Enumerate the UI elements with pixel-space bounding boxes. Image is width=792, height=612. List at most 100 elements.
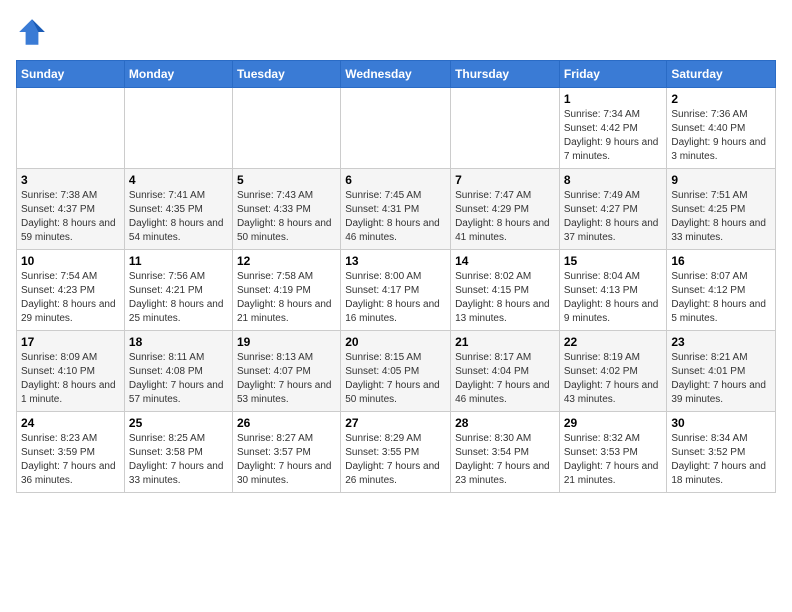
header-sunday: Sunday [17,61,125,88]
logo-icon [16,16,48,48]
calendar-cell: 19 Sunrise: 8:13 AMSunset: 4:07 PMDayligh… [232,331,340,412]
calendar-cell: 22Sunrise: 8:19 AMSunset: 4:02 PMDayligh… [559,331,667,412]
calendar-cell: 9 Sunrise: 7:51 AMSunset: 4:25 PMDaylight… [667,169,776,250]
day-info: Sunrise: 7:38 AMSunset: 4:37 PMDaylight:… [21,189,120,245]
day-info: Sunrise: 8:29 AMSunset: 3:55 PMDaylight:… [345,432,446,488]
day-number: 10 [21,254,120,268]
day-info: Sunrise: 8:09 AMSunset: 4:10 PMDaylight:… [21,351,120,407]
header-wednesday: Wednesday [341,61,451,88]
calendar-cell: 8 Sunrise: 7:49 AMSunset: 4:27 PMDaylight… [559,169,667,250]
calendar-cell: 21 Sunrise: 8:17 AMSunset: 4:04 PMDayligh… [451,331,560,412]
day-info: Sunrise: 8:30 AMSunset: 3:54 PMDaylight:… [455,432,555,488]
day-info: Sunrise: 8:11 AMSunset: 4:08 PMDaylight:… [129,351,228,407]
calendar-cell [17,88,125,169]
day-number: 17 [21,335,120,349]
calendar-cell: 3 Sunrise: 7:38 AMSunset: 4:37 PMDaylight… [17,169,125,250]
day-number: 4 [129,173,228,187]
day-number: 5 [237,173,336,187]
day-number: 28 [455,416,555,430]
day-info: Sunrise: 8:25 AMSunset: 3:58 PMDaylight:… [129,432,228,488]
calendar-cell: 23 Sunrise: 8:21 AMSunset: 4:01 PMDayligh… [667,331,776,412]
day-info: Sunrise: 8:23 AMSunset: 3:59 PMDaylight:… [21,432,120,488]
calendar-cell: 2 Sunrise: 7:36 AMSunset: 4:40 PMDaylight… [667,88,776,169]
calendar-cell: 6 Sunrise: 7:45 AMSunset: 4:31 PMDaylight… [341,169,451,250]
day-info: Sunrise: 8:32 AMSunset: 3:53 PMDaylight:… [564,432,663,488]
day-info: Sunrise: 7:51 AMSunset: 4:25 PMDaylight:… [671,189,771,245]
calendar-week-row: 17 Sunrise: 8:09 AMSunset: 4:10 PMDayligh… [17,331,776,412]
calendar-cell: 20 Sunrise: 8:15 AMSunset: 4:05 PMDayligh… [341,331,451,412]
calendar-cell: 26 Sunrise: 8:27 AMSunset: 3:57 PMDayligh… [232,412,340,493]
calendar-cell: 18 Sunrise: 8:11 AMSunset: 4:08 PMDayligh… [124,331,232,412]
calendar: SundayMondayTuesdayWednesdayThursdayFrid… [16,60,776,493]
day-info: Sunrise: 7:34 AMSunset: 4:42 PMDaylight:… [564,108,663,164]
day-number: 2 [671,92,771,106]
day-number: 29 [564,416,663,430]
day-info: Sunrise: 8:15 AMSunset: 4:05 PMDaylight:… [345,351,446,407]
calendar-cell [124,88,232,169]
calendar-cell: 13Sunrise: 8:00 AMSunset: 4:17 PMDayligh… [341,250,451,331]
calendar-cell: 30 Sunrise: 8:34 AMSunset: 3:52 PMDayligh… [667,412,776,493]
logo [16,16,52,48]
calendar-cell: 4 Sunrise: 7:41 AMSunset: 4:35 PMDaylight… [124,169,232,250]
day-info: Sunrise: 7:36 AMSunset: 4:40 PMDaylight:… [671,108,771,164]
day-number: 7 [455,173,555,187]
day-number: 8 [564,173,663,187]
day-number: 1 [564,92,663,106]
header-monday: Monday [124,61,232,88]
calendar-week-row: 10Sunrise: 7:54 AMSunset: 4:23 PMDayligh… [17,250,776,331]
day-number: 15 [564,254,663,268]
day-number: 18 [129,335,228,349]
calendar-cell: 25Sunrise: 8:25 AMSunset: 3:58 PMDayligh… [124,412,232,493]
day-number: 16 [671,254,771,268]
day-number: 27 [345,416,446,430]
calendar-cell: 16 Sunrise: 8:07 AMSunset: 4:12 PMDayligh… [667,250,776,331]
day-info: Sunrise: 7:56 AMSunset: 4:21 PMDaylight:… [129,270,228,326]
day-info: Sunrise: 7:45 AMSunset: 4:31 PMDaylight:… [345,189,446,245]
calendar-cell [232,88,340,169]
calendar-cell [451,88,560,169]
day-number: 22 [564,335,663,349]
day-number: 21 [455,335,555,349]
day-info: Sunrise: 7:49 AMSunset: 4:27 PMDaylight:… [564,189,663,245]
day-info: Sunrise: 8:13 AMSunset: 4:07 PMDaylight:… [237,351,336,407]
day-info: Sunrise: 7:43 AMSunset: 4:33 PMDaylight:… [237,189,336,245]
day-info: Sunrise: 7:41 AMSunset: 4:35 PMDaylight:… [129,189,228,245]
header-thursday: Thursday [451,61,560,88]
calendar-week-row: 1 Sunrise: 7:34 AMSunset: 4:42 PMDaylight… [17,88,776,169]
calendar-cell: 17 Sunrise: 8:09 AMSunset: 4:10 PMDayligh… [17,331,125,412]
day-number: 23 [671,335,771,349]
day-info: Sunrise: 8:04 AMSunset: 4:13 PMDaylight:… [564,270,663,326]
calendar-cell: 5 Sunrise: 7:43 AMSunset: 4:33 PMDaylight… [232,169,340,250]
day-info: Sunrise: 7:47 AMSunset: 4:29 PMDaylight:… [455,189,555,245]
day-number: 24 [21,416,120,430]
day-number: 11 [129,254,228,268]
day-info: Sunrise: 8:27 AMSunset: 3:57 PMDaylight:… [237,432,336,488]
calendar-cell: 12Sunrise: 7:58 AMSunset: 4:19 PMDayligh… [232,250,340,331]
calendar-cell: 28 Sunrise: 8:30 AMSunset: 3:54 PMDayligh… [451,412,560,493]
day-number: 12 [237,254,336,268]
calendar-cell: 29 Sunrise: 8:32 AMSunset: 3:53 PMDayligh… [559,412,667,493]
day-number: 3 [21,173,120,187]
day-info: Sunrise: 8:02 AMSunset: 4:15 PMDaylight:… [455,270,555,326]
calendar-week-row: 3 Sunrise: 7:38 AMSunset: 4:37 PMDaylight… [17,169,776,250]
day-number: 6 [345,173,446,187]
calendar-cell: 10Sunrise: 7:54 AMSunset: 4:23 PMDayligh… [17,250,125,331]
day-info: Sunrise: 8:34 AMSunset: 3:52 PMDaylight:… [671,432,771,488]
day-number: 19 [237,335,336,349]
day-number: 9 [671,173,771,187]
calendar-cell: 27 Sunrise: 8:29 AMSunset: 3:55 PMDayligh… [341,412,451,493]
day-number: 30 [671,416,771,430]
page-header [16,16,776,48]
day-info: Sunrise: 8:17 AMSunset: 4:04 PMDaylight:… [455,351,555,407]
day-number: 26 [237,416,336,430]
header-saturday: Saturday [667,61,776,88]
calendar-cell: 1 Sunrise: 7:34 AMSunset: 4:42 PMDaylight… [559,88,667,169]
day-info: Sunrise: 8:07 AMSunset: 4:12 PMDaylight:… [671,270,771,326]
day-info: Sunrise: 8:21 AMSunset: 4:01 PMDaylight:… [671,351,771,407]
header-tuesday: Tuesday [232,61,340,88]
calendar-week-row: 24 Sunrise: 8:23 AMSunset: 3:59 PMDayligh… [17,412,776,493]
calendar-header-row: SundayMondayTuesdayWednesdayThursdayFrid… [17,61,776,88]
day-number: 20 [345,335,446,349]
day-number: 13 [345,254,446,268]
calendar-cell: 7 Sunrise: 7:47 AMSunset: 4:29 PMDaylight… [451,169,560,250]
